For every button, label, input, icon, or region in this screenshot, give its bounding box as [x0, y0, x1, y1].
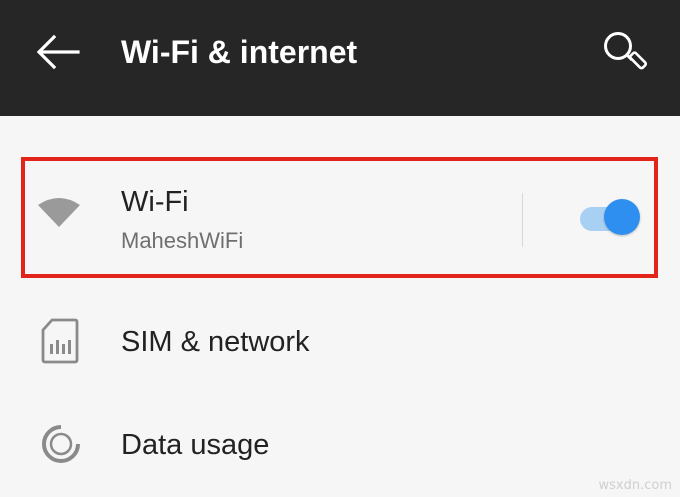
data-usage-icon: [39, 422, 83, 466]
wifi-icon: [36, 197, 82, 229]
sim-card-icon: [41, 318, 79, 364]
sim-network-setting-row[interactable]: [0, 295, 680, 387]
data-usage-setting-row[interactable]: [0, 397, 680, 497]
watermark: wsxdn.com: [598, 478, 673, 493]
sim-network-label: SIM & network: [121, 326, 310, 358]
row-divider: [522, 193, 523, 247]
app-bar: Wi-Fi & internet: [0, 0, 680, 116]
data-usage-label: Data usage: [121, 429, 270, 461]
back-button[interactable]: [30, 30, 86, 74]
toggle-thumb: [604, 199, 640, 235]
wifi-label: Wi-Fi: [121, 186, 189, 218]
page-title: Wi-Fi & internet: [121, 34, 358, 70]
back-arrow-icon: [36, 34, 80, 70]
wifi-toggle[interactable]: [576, 197, 642, 241]
search-button[interactable]: [598, 26, 650, 78]
wifi-network-name: MaheshWiFi: [121, 228, 244, 253]
search-icon: [604, 32, 648, 70]
